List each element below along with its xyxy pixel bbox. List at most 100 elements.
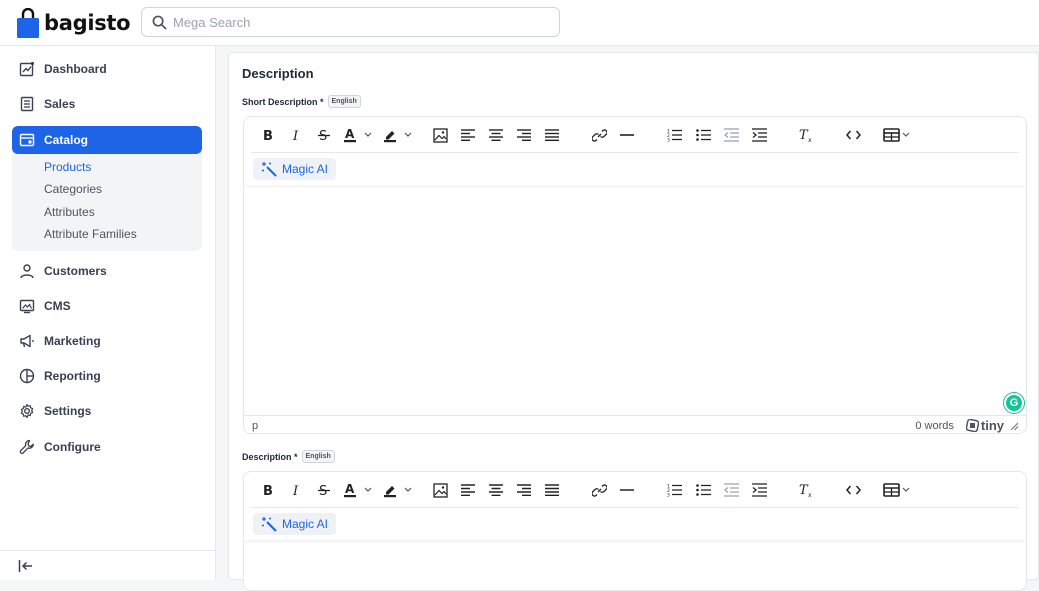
dashboard-icon (18, 60, 36, 78)
grammarly-icon[interactable]: G (1004, 393, 1024, 413)
brand-logo[interactable]: bagisto (16, 7, 140, 38)
bullet-list-icon[interactable] (694, 126, 712, 144)
element-path[interactable]: p (252, 420, 258, 432)
tiny-logo[interactable]: tiny (965, 418, 1004, 433)
short-description-textarea[interactable]: G (244, 185, 1026, 415)
bold-icon[interactable]: B (259, 481, 277, 499)
align-right-icon[interactable] (515, 481, 533, 499)
horizontal-rule-icon[interactable] (618, 481, 636, 499)
sidebar-subitem-products[interactable]: Products (44, 160, 91, 174)
sidebar-collapse-button[interactable] (0, 550, 215, 580)
sidebar-subitem-attribute-families[interactable]: Attribute Families (44, 227, 137, 241)
highlight-color-icon[interactable] (383, 481, 415, 499)
sidebar-item-marketing[interactable]: Marketing (12, 327, 202, 355)
magic-ai-label: Magic AI (282, 162, 329, 176)
magic-ai-button[interactable]: Magic AI (253, 158, 337, 180)
italic-icon[interactable]: I (287, 126, 305, 144)
outdent-icon[interactable] (722, 481, 740, 499)
magic-ai-bar: Magic AI (244, 153, 1026, 185)
svg-text:B: B (263, 129, 273, 142)
source-code-icon[interactable] (844, 126, 862, 144)
gear-icon (18, 402, 36, 420)
align-right-icon[interactable] (515, 126, 533, 144)
collapse-left-icon (18, 559, 32, 572)
indent-icon[interactable] (750, 126, 768, 144)
indent-icon[interactable] (750, 481, 768, 499)
source-code-icon[interactable] (844, 481, 862, 499)
numbered-list-icon[interactable]: 123 (665, 481, 683, 499)
numbered-list-icon[interactable]: 123 (665, 126, 683, 144)
pie-chart-icon (18, 367, 36, 385)
search-input[interactable] (173, 14, 553, 30)
svg-text:A: A (345, 127, 355, 141)
brand-name: bagisto (44, 10, 131, 35)
sidebar-item-label: CMS (44, 299, 71, 313)
top-header: bagisto (0, 0, 1039, 46)
megaphone-icon (18, 332, 36, 350)
sidebar-item-settings[interactable]: Settings (12, 397, 202, 425)
magic-ai-button[interactable]: Magic AI (253, 513, 337, 535)
receipt-icon (18, 95, 36, 113)
sidebar-item-dashboard[interactable]: Dashboard (12, 55, 202, 83)
field-label-text: Description * (242, 451, 298, 462)
align-center-icon[interactable] (487, 126, 505, 144)
editor-toolbar: B I S A 123 Tx (251, 472, 1019, 508)
sidebar-item-catalog[interactable]: Catalog (12, 126, 202, 154)
sidebar-subitem-attributes[interactable]: Attributes (44, 205, 95, 219)
sidebar-item-reporting[interactable]: Reporting (12, 362, 202, 390)
shopping-bag-icon (17, 7, 39, 38)
clear-formatting-icon[interactable]: Tx (797, 126, 815, 144)
tiny-icon (965, 419, 979, 432)
strikethrough-icon[interactable]: S (315, 481, 333, 499)
locale-badge: English (327, 95, 361, 108)
horizontal-rule-icon[interactable] (618, 126, 636, 144)
image-icon[interactable] (431, 126, 449, 144)
svg-text:B: B (263, 484, 273, 497)
short-description-editor: B I S A 123 Tx Magic AI G p 0 words tiny (243, 116, 1027, 434)
align-justify-icon[interactable] (543, 481, 561, 499)
tiny-label: tiny (980, 418, 1004, 433)
word-count[interactable]: 0 words (915, 420, 954, 432)
sidebar-item-sales[interactable]: Sales (12, 90, 202, 118)
magic-ai-label: Magic AI (282, 517, 329, 531)
align-justify-icon[interactable] (543, 126, 561, 144)
sidebar-item-cms[interactable]: CMS (12, 292, 202, 320)
table-icon[interactable] (883, 481, 915, 499)
link-icon[interactable] (590, 126, 608, 144)
magic-wand-icon (262, 162, 277, 177)
italic-icon[interactable]: I (287, 481, 305, 499)
magic-ai-bar: Magic AI (244, 508, 1026, 540)
strikethrough-icon[interactable]: S (315, 126, 333, 144)
sidebar-item-label: Configure (44, 440, 101, 454)
align-left-icon[interactable] (459, 126, 477, 144)
description-card: Description Short Description * English … (228, 52, 1039, 591)
sidebar-item-label: Marketing (44, 334, 101, 348)
table-icon[interactable] (883, 126, 915, 144)
sidebar-item-configure[interactable]: Configure (12, 433, 202, 461)
sidebar-item-label: Settings (44, 404, 92, 418)
short-description-label: Short Description * English (242, 95, 361, 108)
svg-text:3: 3 (667, 493, 670, 498)
description-textarea[interactable] (244, 540, 1026, 590)
bold-icon[interactable]: B (259, 126, 277, 144)
text-color-icon[interactable]: A (343, 481, 375, 499)
sidebar-item-customers[interactable]: Customers (12, 257, 202, 285)
field-label-text: Short Description * (242, 96, 324, 107)
svg-text:A: A (345, 482, 355, 496)
highlight-color-icon[interactable] (383, 126, 415, 144)
clear-formatting-icon[interactable]: Tx (797, 481, 815, 499)
monitor-image-icon (18, 297, 36, 315)
mega-search[interactable] (141, 7, 560, 37)
sidebar-item-label: Dashboard (44, 62, 107, 76)
outdent-icon[interactable] (722, 126, 740, 144)
bullet-list-icon[interactable] (694, 481, 712, 499)
align-left-icon[interactable] (459, 481, 477, 499)
link-icon[interactable] (590, 481, 608, 499)
resize-handle-icon[interactable] (1010, 422, 1018, 430)
image-icon[interactable] (431, 481, 449, 499)
align-center-icon[interactable] (487, 481, 505, 499)
sidebar-subitem-categories[interactable]: Categories (44, 182, 102, 196)
text-color-icon[interactable]: A (343, 126, 375, 144)
svg-text:x: x (808, 137, 812, 143)
description-label: Description * English (242, 450, 335, 463)
